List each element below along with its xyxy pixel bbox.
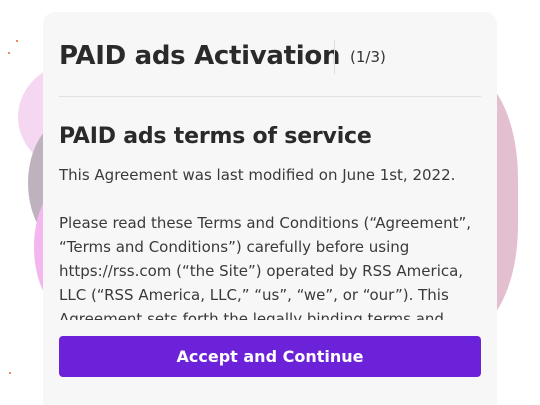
background-dot bbox=[8, 52, 10, 54]
terms-paragraph: Please read these Terms and Conditions (… bbox=[59, 214, 472, 320]
activation-modal: PAID ads Activation (1/3) PAID ads terms… bbox=[43, 12, 497, 405]
accept-and-continue-button[interactable]: Accept and Continue bbox=[59, 336, 481, 377]
background-dot bbox=[9, 372, 11, 374]
modal-header: PAID ads Activation (1/3) bbox=[59, 38, 481, 97]
background-dot bbox=[16, 40, 18, 42]
terms-content: PAID ads terms of service This Agreement… bbox=[59, 110, 485, 320]
terms-paragraph: This Agreement was last modified on June… bbox=[59, 166, 456, 184]
terms-heading: PAID ads terms of service bbox=[59, 124, 372, 149]
header-divider bbox=[334, 40, 335, 74]
terms-scroll-area[interactable]: PAID ads terms of service This Agreement… bbox=[59, 110, 485, 320]
step-indicator: (1/3) bbox=[350, 48, 386, 66]
modal-title: PAID ads Activation bbox=[59, 41, 341, 71]
